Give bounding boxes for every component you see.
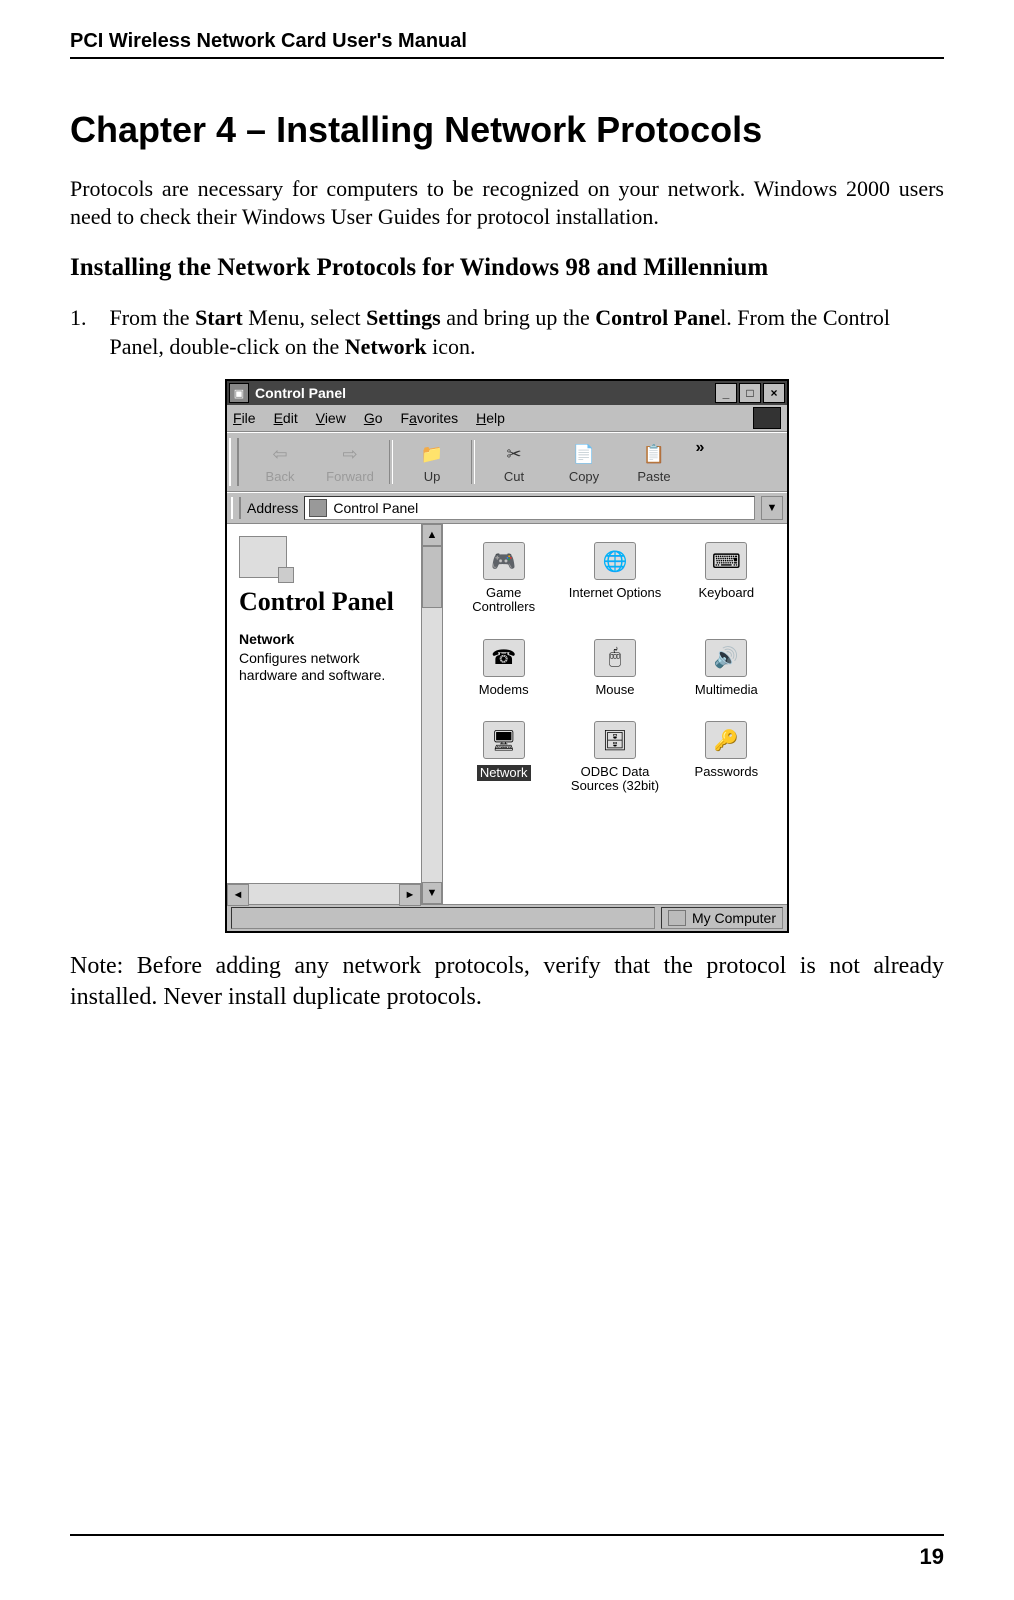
forward-icon: ⇨	[337, 443, 363, 467]
vertical-scrollbar[interactable]: ▲ ▼	[421, 524, 443, 904]
selected-desc: Configures network hardware and software…	[239, 650, 385, 683]
status-bar: My Computer	[227, 904, 787, 931]
window-buttons: _ □ ×	[713, 383, 785, 403]
address-label: Address	[247, 500, 298, 516]
toolbar-separator	[471, 440, 475, 484]
up-icon: 📁	[419, 443, 445, 467]
titlebar[interactable]: ▣ Control Panel _ □ ×	[227, 381, 787, 405]
cut-button[interactable]: ✂ Cut	[479, 441, 549, 484]
globe-icon: 🌐	[594, 542, 636, 580]
paste-icon: 📋	[641, 443, 667, 467]
scroll-right-icon[interactable]: ►	[399, 884, 421, 906]
panel-description: Network Configures network hardware and …	[239, 631, 409, 683]
scroll-left-icon[interactable]: ◄	[227, 884, 249, 906]
scroll-thumb[interactable]	[422, 546, 442, 608]
up-button[interactable]: 📁 Up	[397, 441, 467, 484]
toolbar: ⇦ Back ⇨ Forward 📁 Up ✂ Cut 📄 Copy	[227, 432, 787, 492]
addrbar-grip-icon[interactable]	[231, 497, 241, 519]
client-area: Control Panel Network Configures network…	[227, 524, 787, 904]
mouse-icon: 🖱	[594, 639, 636, 677]
icon-keyboard[interactable]: ⌨ Keyboard	[676, 542, 777, 615]
icon-grid: 🎮 Game Controllers 🌐 Internet Options ⌨ …	[453, 542, 777, 793]
copy-icon: 📄	[571, 443, 597, 467]
toolbar-separator	[389, 440, 393, 484]
chapter-title: Chapter 4 – Installing Network Protocols	[70, 109, 944, 151]
step-text: From the Start Menu, select Settings and…	[110, 304, 944, 361]
status-right-pane: My Computer	[661, 907, 783, 929]
address-icon	[309, 499, 327, 517]
maximize-button[interactable]: □	[739, 383, 761, 403]
menu-favorites[interactable]: Favorites	[401, 410, 459, 426]
icon-passwords[interactable]: 🔑 Passwords	[676, 721, 777, 794]
horizontal-scrollbar[interactable]: ◄ ►	[227, 883, 421, 904]
page: PCI Wireless Network Card User's Manual …	[0, 0, 1014, 1014]
minimize-button[interactable]: _	[715, 383, 737, 403]
key-icon: 🔑	[705, 721, 747, 759]
left-panel: Control Panel Network Configures network…	[227, 524, 421, 904]
close-button[interactable]: ×	[763, 383, 785, 403]
icon-mouse[interactable]: 🖱 Mouse	[564, 639, 665, 697]
screenshot-window: ▣ Control Panel _ □ × File Edit View Go …	[225, 379, 789, 933]
window-icon: ▣	[229, 383, 249, 403]
scroll-track[interactable]	[249, 884, 399, 904]
folder-icon	[239, 536, 287, 578]
toolbar-grip-icon[interactable]	[229, 438, 239, 486]
menubar: File Edit View Go Favorites Help	[227, 405, 787, 432]
database-icon: 🗄	[594, 721, 636, 759]
scroll-down-icon[interactable]: ▼	[422, 882, 442, 904]
copy-button[interactable]: 📄 Copy	[549, 441, 619, 484]
panel-title: Control Panel	[239, 588, 409, 615]
menu-file[interactable]: File	[233, 410, 256, 426]
menu-help[interactable]: Help	[476, 410, 505, 426]
menu-view[interactable]: View	[316, 410, 346, 426]
cut-icon: ✂	[501, 443, 527, 467]
keyboard-icon: ⌨	[705, 542, 747, 580]
step-1: 1. From the Start Menu, select Settings …	[70, 304, 944, 361]
icon-internet-options[interactable]: 🌐 Internet Options	[564, 542, 665, 615]
intro-paragraph: Protocols are necessary for computers to…	[70, 175, 944, 230]
brand-logo-icon	[753, 407, 781, 429]
scroll-up-icon[interactable]: ▲	[422, 524, 442, 546]
status-left-pane	[231, 907, 655, 929]
toolbar-overflow-button[interactable]: »	[689, 435, 711, 489]
icon-odbc[interactable]: 🗄 ODBC Data Sources (32bit)	[564, 721, 665, 794]
status-text: My Computer	[692, 910, 776, 926]
note-paragraph: Note: Before adding any network protocol…	[70, 951, 944, 1013]
network-icon: 🖥	[483, 721, 525, 759]
running-header: PCI Wireless Network Card User's Manual	[70, 30, 467, 52]
address-field[interactable]: Control Panel	[304, 496, 755, 520]
phone-icon: ☎	[483, 639, 525, 677]
header-rule: PCI Wireless Network Card User's Manual	[70, 30, 944, 59]
icon-multimedia[interactable]: 🔊 Multimedia	[676, 639, 777, 697]
back-icon: ⇦	[267, 443, 293, 467]
paste-button[interactable]: 📋 Paste	[619, 441, 689, 484]
selected-name: Network	[239, 631, 409, 648]
icon-modems[interactable]: ☎ Modems	[453, 639, 554, 697]
forward-button[interactable]: ⇨ Forward	[315, 441, 385, 484]
joystick-icon: 🎮	[483, 542, 525, 580]
address-bar: Address Control Panel ▼	[227, 492, 787, 524]
window-title: Control Panel	[255, 385, 713, 401]
icon-area: 🎮 Game Controllers 🌐 Internet Options ⌨ …	[443, 524, 787, 904]
icon-network[interactable]: 🖥 Network	[453, 721, 554, 794]
icon-game-controllers[interactable]: 🎮 Game Controllers	[453, 542, 554, 615]
address-value: Control Panel	[333, 500, 418, 516]
computer-icon	[668, 910, 686, 926]
page-number: 19	[920, 1544, 944, 1569]
speaker-icon: 🔊	[705, 639, 747, 677]
footer: 19	[70, 1534, 944, 1570]
menu-go[interactable]: Go	[364, 410, 383, 426]
step-number: 1.	[70, 304, 104, 333]
address-dropdown-button[interactable]: ▼	[761, 496, 783, 520]
section-heading: Installing the Network Protocols for Win…	[70, 254, 944, 282]
scroll-track[interactable]	[422, 608, 442, 882]
menu-edit[interactable]: Edit	[274, 410, 298, 426]
back-button[interactable]: ⇦ Back	[245, 441, 315, 484]
